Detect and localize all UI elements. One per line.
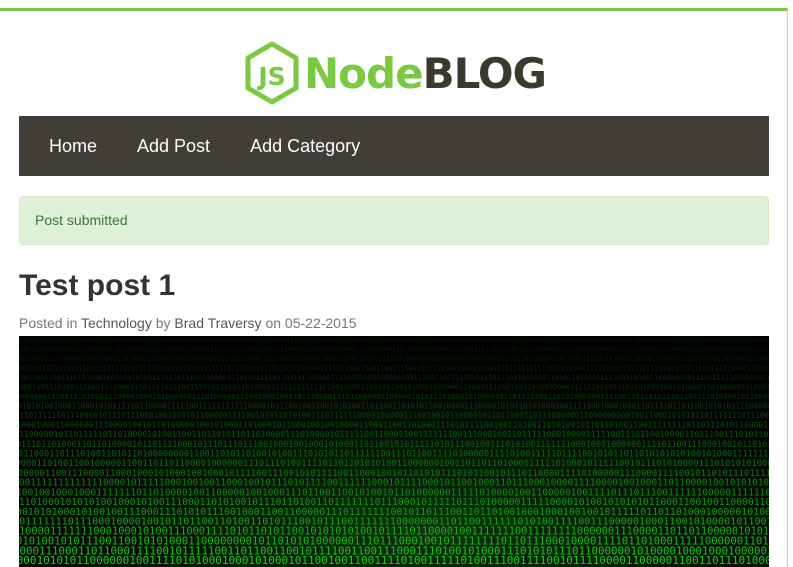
binary-row: 0100100110010100011010010111101011111010… xyxy=(19,364,769,372)
js-hexagon-logo-icon: JS xyxy=(245,41,299,105)
post-title[interactable]: Test post 1 xyxy=(19,266,175,306)
binary-row: 0010101001000110001010011110110000111110… xyxy=(19,401,769,410)
page: JS Node BLOG Home Add Post Add Category P… xyxy=(0,0,793,567)
binary-row: 1011000110111010011010110100000000110011… xyxy=(19,449,769,459)
meta-on-label: on xyxy=(265,315,282,331)
binary-row: 1011011111101110000101110111000100100010… xyxy=(19,411,769,420)
nav-add-post-link[interactable]: Add Post xyxy=(117,116,230,176)
site-logo[interactable]: JS Node BLOG xyxy=(244,40,547,106)
binary-row: 0001000110100111000101100011101101011100… xyxy=(19,382,769,391)
binary-row: 0000000111001010100011100001000101000000… xyxy=(19,392,769,401)
right-border xyxy=(787,8,788,567)
binary-row: 1111011001100111010100010010101010111101… xyxy=(19,374,769,382)
meta-posted-in-label: Posted in xyxy=(19,315,78,331)
nav-add-category-link[interactable]: Add Category xyxy=(230,116,380,176)
main-navbar: Home Add Post Add Category xyxy=(19,116,769,176)
binary-row: 1000110000010001011000000110100010011101… xyxy=(19,346,769,353)
top-accent-border xyxy=(0,8,787,11)
logo-badge-text: JS xyxy=(256,62,285,91)
post-date: 05-22-2015 xyxy=(284,315,357,331)
binary-row: 0000011010011001000001100110110110000100… xyxy=(19,459,769,469)
logo-text-node: Node xyxy=(304,48,424,98)
binary-row: 0100010110011000101000110010011001001001… xyxy=(19,337,769,344)
binary-row: 0111011010001101101000010110111100010111… xyxy=(19,439,769,449)
binary-row: 0000101010110000001001111010100010001010… xyxy=(19,554,769,567)
post-meta: Posted in Technology by Brad Traversy on… xyxy=(19,313,357,333)
alert-message: Post submitted xyxy=(35,212,128,228)
nav-home-link[interactable]: Home xyxy=(19,116,117,176)
post-author-link[interactable]: Brad Traversy xyxy=(174,315,261,331)
binary-code-image-icon: 0100010110011000101000110010011001001001… xyxy=(19,336,769,567)
post-category-link[interactable]: Technology xyxy=(81,315,152,331)
binary-row: 0011100101110100001001100101101000111000… xyxy=(19,355,769,363)
success-alert: Post submitted xyxy=(19,196,769,245)
meta-by-label: by xyxy=(155,315,171,331)
binary-row: 1100000101101111101101000010100110011011… xyxy=(19,429,769,439)
post-image: 0100010110011000101000110010011001001001… xyxy=(19,336,769,567)
logo-text-blog: BLOG xyxy=(422,48,547,98)
